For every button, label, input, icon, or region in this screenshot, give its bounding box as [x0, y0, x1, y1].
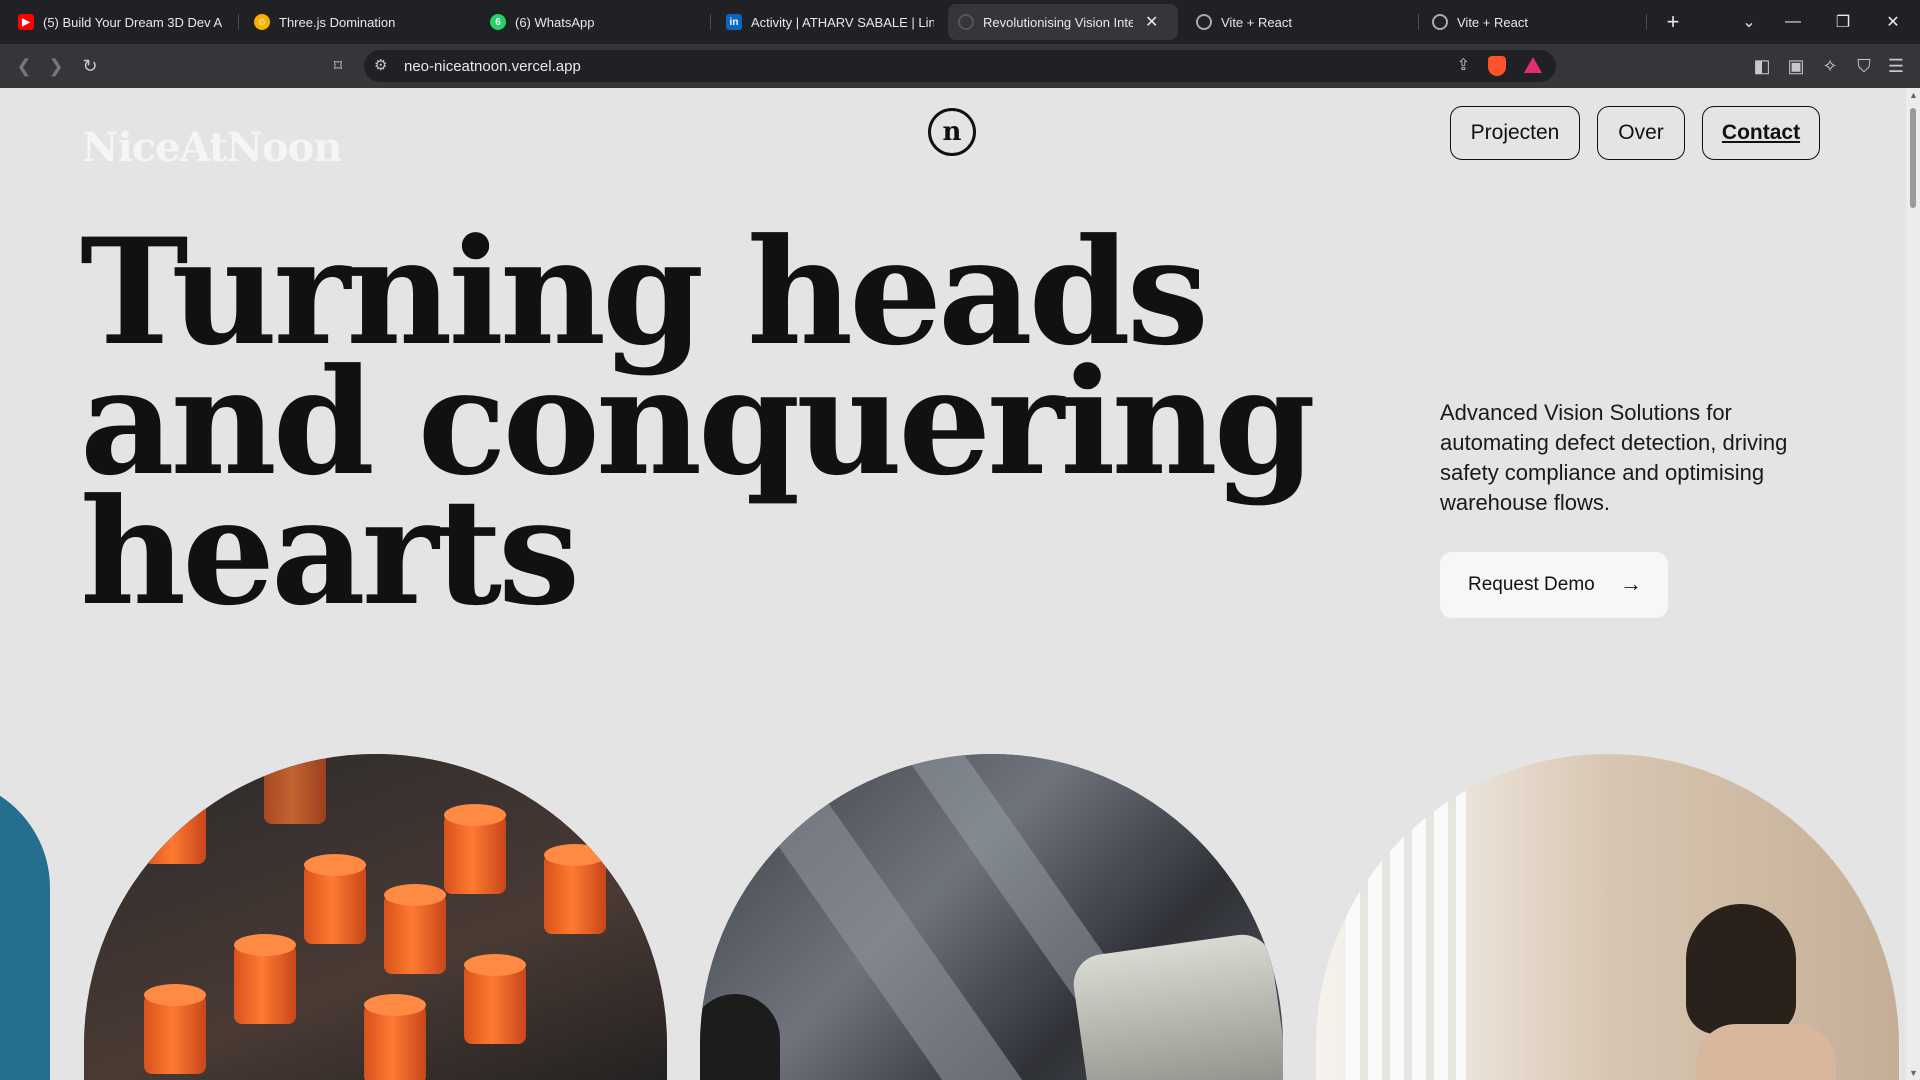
- whatsapp-icon: 6: [490, 14, 506, 30]
- capacitor-shape: [364, 994, 426, 1080]
- capacitor-shape: [464, 954, 526, 1044]
- camera-device-shape: [1069, 930, 1283, 1080]
- new-tab-button[interactable]: +: [1648, 0, 1698, 44]
- spinner-icon: [958, 14, 974, 30]
- site-settings-icon[interactable]: ⚙: [374, 56, 387, 74]
- capacitor-shape: [144, 774, 206, 864]
- nav-over-button[interactable]: Over: [1597, 106, 1685, 160]
- tab-whatsapp[interactable]: 6 (6) WhatsApp: [480, 4, 708, 40]
- browser-toolbar: ❮ ❯ ↻ ⌑ ⚙ neo-niceatnoon.vercel.app ⇪ ◧ …: [0, 44, 1920, 88]
- tab-linkedin[interactable]: in Activity | ATHARV SABALE | Lin: [716, 4, 944, 40]
- close-icon[interactable]: ✕: [1145, 12, 1158, 32]
- scroll-down-icon[interactable]: ▼: [1909, 1068, 1918, 1078]
- brand-mark-icon[interactable]: n: [928, 108, 976, 156]
- brave-shields-icon[interactable]: [1488, 56, 1506, 76]
- share-icon[interactable]: ⇪: [1457, 55, 1470, 75]
- capacitor-shape: [264, 754, 326, 824]
- person-hair-shape: [1686, 904, 1796, 1034]
- sidebar-icon[interactable]: ◧: [1750, 54, 1774, 78]
- globe-icon: [1196, 14, 1212, 30]
- brave-rewards-icon[interactable]: [1524, 57, 1542, 73]
- arrow-right-icon: →: [1620, 571, 1642, 596]
- electronics-image-card: [84, 754, 667, 1080]
- person-shoulder-shape: [1696, 1024, 1836, 1080]
- tab-youtube[interactable]: ▶ (5) Build Your Dream 3D Dev A: [8, 4, 236, 40]
- interior-image-card: [1316, 754, 1899, 1080]
- address-bar[interactable]: ⚙ neo-niceatnoon.vercel.app ⇪: [364, 50, 1556, 82]
- tab-vite-react-2[interactable]: Vite + React: [1422, 4, 1650, 40]
- request-demo-label: Request Demo: [1468, 574, 1595, 595]
- scrollbar-thumb[interactable]: [1910, 108, 1916, 208]
- capacitor-shape: [234, 934, 296, 1024]
- linkedin-icon: in: [726, 14, 742, 30]
- capacitor-shape: [384, 884, 446, 974]
- tab-vite-react-1[interactable]: Vite + React: [1186, 4, 1414, 40]
- tab-separator: [238, 14, 239, 30]
- nav-projecten-button[interactable]: Projecten: [1450, 106, 1580, 160]
- robot-camera-image-card: [700, 754, 1283, 1080]
- nav-contact-button[interactable]: Contact: [1702, 106, 1820, 160]
- page-scrollbar[interactable]: ▲ ▼: [1906, 88, 1920, 1080]
- globe-icon: [1432, 14, 1448, 30]
- back-icon[interactable]: ❮: [12, 54, 36, 78]
- hero-headline: Turning heads and conquering hearts: [80, 220, 1316, 626]
- curtain-shape: [1346, 754, 1466, 1080]
- brand-logo[interactable]: NiceAtNoon: [82, 124, 342, 171]
- minimize-button[interactable]: —: [1768, 0, 1818, 44]
- scroll-up-icon[interactable]: ▲: [1909, 90, 1918, 100]
- restore-button[interactable]: ❐: [1818, 0, 1868, 44]
- vpn-icon[interactable]: ⛉: [1852, 54, 1876, 78]
- tab-threejs[interactable]: ☺ Three.js Domination: [244, 4, 472, 40]
- capacitor-shape: [304, 854, 366, 944]
- capacitor-shape: [544, 844, 606, 934]
- close-window-button[interactable]: ✕: [1868, 0, 1918, 44]
- face-icon: ☺: [254, 14, 270, 30]
- request-demo-button[interactable]: Request Demo →: [1440, 552, 1668, 618]
- tab-list-chevron-icon[interactable]: ⌄: [1724, 0, 1774, 44]
- forward-icon[interactable]: ❯: [44, 54, 68, 78]
- tab-separator: [710, 14, 711, 30]
- bookmark-icon[interactable]: ⌑: [326, 54, 350, 78]
- capacitor-shape: [444, 804, 506, 894]
- menu-icon[interactable]: ☰: [1884, 54, 1908, 78]
- tab-bar: ▶ (5) Build Your Dream 3D Dev A ☺ Three.…: [0, 0, 1920, 44]
- capacitor-shape: [144, 984, 206, 1074]
- leo-ai-icon[interactable]: ✧: [1818, 54, 1842, 78]
- tab-separator: [1418, 14, 1419, 30]
- wallet-icon[interactable]: ▣: [1784, 54, 1808, 78]
- url-text: neo-niceatnoon.vercel.app: [404, 58, 581, 75]
- teal-image-card: [0, 778, 50, 1080]
- tab-separator: [1646, 14, 1647, 30]
- youtube-icon: ▶: [18, 14, 34, 30]
- hero-description: Advanced Vision Solutions for automating…: [1440, 400, 1788, 515]
- web-page: NiceAtNoon n Projecten Over Contact Turn…: [0, 88, 1906, 1080]
- reload-icon[interactable]: ↻: [78, 54, 102, 78]
- tab-active-niceatnoon[interactable]: Revolutionising Vision Inte ✕: [948, 4, 1178, 40]
